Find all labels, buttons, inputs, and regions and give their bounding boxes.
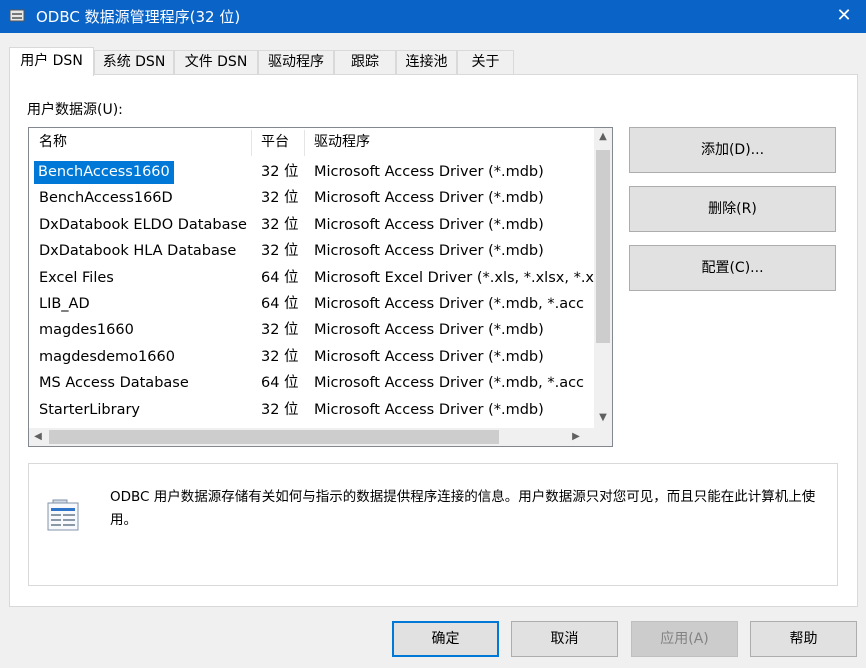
dsn-driver: Microsoft Access Driver (*.mdb)	[314, 216, 544, 233]
dsn-driver: Microsoft Access Driver (*.mdb)	[314, 322, 544, 339]
title-bar: ODBC 数据源管理程序(32 位) ✕	[0, 0, 866, 33]
list-item[interactable]: Excel Files 64 位 Microsoft Excel Driver …	[29, 265, 594, 291]
tab-system-dsn[interactable]: 系统 DSN	[94, 50, 174, 75]
horizontal-scrollbar[interactable]: ◀ ▶	[29, 428, 612, 446]
tab-tracing[interactable]: 跟踪	[334, 50, 396, 75]
list-item[interactable]: MS Access Database 64 位 Microsoft Access…	[29, 370, 594, 396]
dsn-platform: 32 位	[261, 190, 299, 207]
dsn-platform: 32 位	[261, 401, 299, 418]
list-header: 名称 平台 驱动程序	[29, 128, 594, 156]
user-dsn-panel: 用户数据源(U): 名称 平台 驱动程序 BenchAccess1660 32 …	[9, 74, 858, 607]
list-item[interactable]: magdes1660 32 位 Microsoft Access Driver …	[29, 317, 594, 343]
section-label: 用户数据源(U):	[27, 102, 123, 118]
dsn-name: LIB_AD	[39, 295, 90, 312]
dsn-driver: Microsoft Access Driver (*.mdb)	[314, 243, 544, 260]
dsn-name: BenchAccess1660	[34, 161, 174, 184]
info-box: ODBC 用户数据源存储有关如何与指示的数据提供程序连接的信息。用户数据源只对您…	[28, 463, 838, 586]
dsn-name: BenchAccess166D	[39, 190, 173, 207]
column-header-driver[interactable]: 驱动程序	[304, 128, 370, 156]
info-text: ODBC 用户数据源存储有关如何与指示的数据提供程序连接的信息。用户数据源只对您…	[110, 489, 816, 528]
dsn-platform: 32 位	[261, 216, 299, 233]
apply-button[interactable]: 应用(A)	[631, 621, 738, 657]
tab-user-dsn[interactable]: 用户 DSN	[9, 47, 94, 76]
vertical-scrollbar[interactable]: ▲ ▼	[594, 128, 612, 428]
cancel-button[interactable]: 取消	[511, 621, 618, 657]
dsn-list[interactable]: 名称 平台 驱动程序 BenchAccess1660 32 位 Microsof…	[28, 127, 613, 447]
dsn-platform: 64 位	[261, 269, 299, 286]
scroll-right-icon[interactable]: ▶	[567, 428, 585, 446]
dsn-name: StarterLibrary	[39, 401, 141, 418]
dsn-platform: 64 位	[261, 375, 299, 392]
list-item[interactable]: BenchAccess166D 32 位 Microsoft Access Dr…	[29, 185, 594, 211]
remove-button[interactable]: 删除(R)	[629, 186, 836, 232]
vertical-scroll-thumb[interactable]	[596, 150, 610, 343]
add-button[interactable]: 添加(D)...	[629, 127, 836, 173]
dsn-driver: Microsoft Access Driver (*.mdb, *.acc	[314, 375, 585, 392]
dsn-driver: Microsoft Access Driver (*.mdb)	[314, 348, 544, 365]
list-item[interactable]: BenchAccess1660 32 位 Microsoft Access Dr…	[29, 159, 594, 185]
dsn-name: magdesdemo1660	[39, 348, 175, 365]
tab-connection-pooling[interactable]: 连接池	[396, 50, 457, 75]
column-header-name[interactable]: 名称	[29, 128, 67, 156]
dsn-driver: Microsoft Access Driver (*.mdb, *.acc	[314, 295, 585, 312]
column-header-platform[interactable]: 平台	[251, 128, 289, 156]
configure-button[interactable]: 配置(C)...	[629, 245, 836, 291]
odbc-app-icon	[9, 9, 25, 22]
tab-file-dsn[interactable]: 文件 DSN	[174, 50, 258, 75]
help-button[interactable]: 帮助	[750, 621, 857, 657]
dsn-name: DxDatabook ELDO Database	[39, 216, 247, 233]
dsn-platform: 32 位	[261, 322, 299, 339]
dsn-platform: 32 位	[261, 348, 299, 365]
dsn-name: magdes1660	[39, 322, 134, 339]
window-title: ODBC 数据源管理程序(32 位)	[36, 8, 241, 26]
dsn-name: DxDatabook HLA Database	[39, 243, 237, 260]
data-source-icon	[47, 499, 79, 531]
scroll-up-icon[interactable]: ▲	[594, 128, 612, 146]
dsn-driver: Microsoft Access Driver (*.mdb)	[314, 190, 544, 207]
dsn-platform: 64 位	[261, 295, 299, 312]
scroll-down-icon[interactable]: ▼	[594, 409, 612, 427]
list-rows: BenchAccess1660 32 位 Microsoft Access Dr…	[29, 159, 594, 423]
ok-button[interactable]: 确定	[392, 621, 499, 657]
close-icon[interactable]: ✕	[822, 0, 866, 33]
dsn-driver: Microsoft Access Driver (*.mdb)	[314, 164, 544, 180]
dsn-driver: Microsoft Access Driver (*.mdb)	[314, 401, 544, 418]
tab-drivers[interactable]: 驱动程序	[258, 50, 334, 75]
dsn-platform: 32 位	[261, 164, 299, 180]
dsn-driver: Microsoft Excel Driver (*.xls, *.xlsx, *…	[314, 269, 594, 286]
list-item[interactable]: LIB_AD 64 位 Microsoft Access Driver (*.m…	[29, 291, 594, 317]
list-item[interactable]: DxDatabook ELDO Database 32 位 Microsoft …	[29, 212, 594, 238]
dsn-platform: 32 位	[261, 243, 299, 260]
horizontal-scroll-thumb[interactable]	[49, 430, 499, 444]
list-item[interactable]: DxDatabook HLA Database 32 位 Microsoft A…	[29, 238, 594, 264]
scroll-left-icon[interactable]: ◀	[29, 428, 47, 446]
dsn-name: MS Access Database	[39, 375, 189, 392]
list-item[interactable]: StarterLibrary 32 位 Microsoft Access Dri…	[29, 397, 594, 423]
tab-about[interactable]: 关于	[457, 50, 514, 75]
list-item[interactable]: magdesdemo1660 32 位 Microsoft Access Dri…	[29, 344, 594, 370]
dsn-name: Excel Files	[39, 269, 114, 286]
